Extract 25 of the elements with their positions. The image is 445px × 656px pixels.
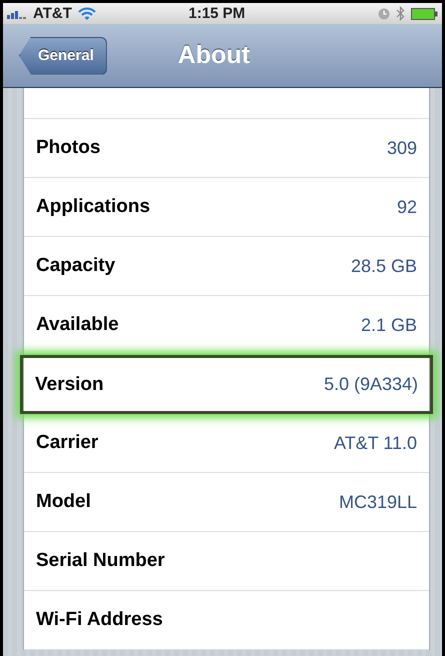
wifi-icon (78, 7, 96, 20)
row-value: 5.0 (9A334) (324, 374, 418, 395)
signal-icon (7, 8, 27, 18)
back-button[interactable]: General (19, 36, 107, 74)
row-value: 92 (396, 196, 417, 218)
carrier-name: AT&T (33, 5, 72, 22)
row-label: Photos (36, 137, 100, 159)
row-label: Model (36, 491, 91, 513)
nav-title: About (178, 41, 250, 70)
row-value: AT&T 11.0 (334, 432, 417, 454)
battery-icon (411, 8, 438, 20)
row-label: Capacity (36, 255, 116, 277)
row-label: Carrier (36, 432, 98, 454)
row-value: 2.1 GB (360, 314, 417, 336)
row-value: 309 (386, 138, 417, 158)
row-label: Wi-Fi Address (36, 609, 163, 631)
row-label: Available (36, 314, 119, 336)
row-label: Serial Number (36, 550, 165, 572)
status-time: 1:15 PM (188, 5, 246, 22)
row-value: 28.5 GB (350, 256, 417, 276)
row-label: Version (35, 374, 104, 396)
row-label: Applications (36, 196, 150, 218)
row-value: MC319LL (338, 492, 417, 512)
bluetooth-icon (396, 6, 405, 21)
clock-icon (378, 8, 390, 20)
